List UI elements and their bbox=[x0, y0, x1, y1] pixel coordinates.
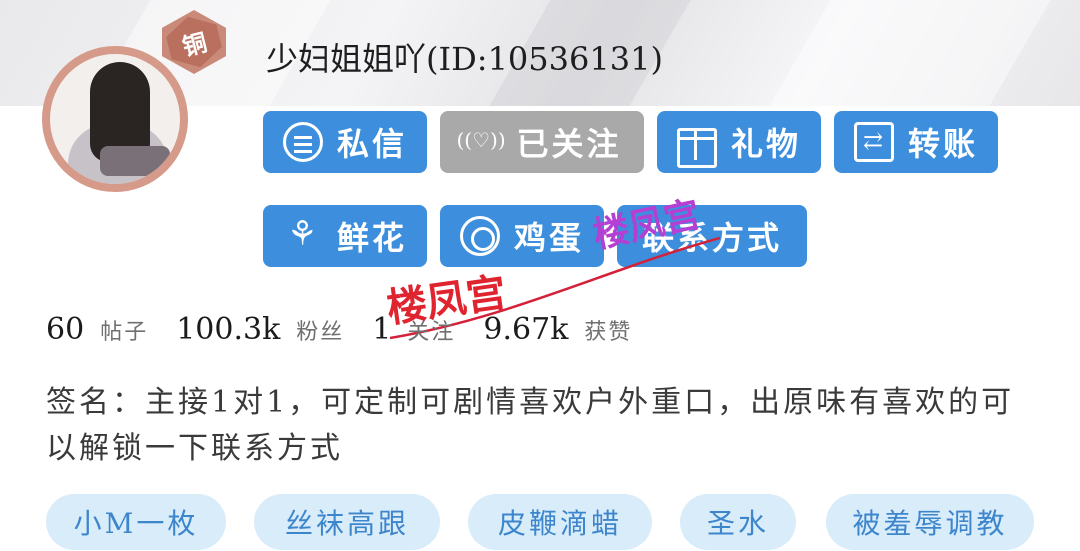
broadcast-heart-icon bbox=[456, 122, 505, 162]
avatar[interactable] bbox=[42, 46, 188, 192]
avatar-image bbox=[50, 54, 180, 184]
username: 少妇姐姐吖(ID:10536131) bbox=[266, 40, 663, 78]
message-button[interactable]: 私信 bbox=[263, 111, 427, 173]
banner-facet bbox=[769, 0, 1051, 106]
follow-button-label: 已关注 bbox=[516, 125, 622, 163]
transfer-button-label: 转账 bbox=[907, 125, 978, 163]
transfer-icon bbox=[853, 122, 894, 162]
gift-button[interactable]: 礼物 bbox=[657, 111, 821, 173]
interest-tag[interactable]: 丝袜高跟 bbox=[254, 494, 440, 550]
interest-tag[interactable]: 小M一枚 bbox=[46, 494, 226, 550]
likes-label: 获赞 bbox=[584, 320, 633, 345]
flower-icon bbox=[283, 214, 323, 256]
fans-count[interactable]: 100.3k bbox=[176, 312, 280, 347]
profile-signature: 签名：主接1对1，可定制可剧情喜欢户外重口，出原味有喜欢的可以解锁一下联系方式 bbox=[46, 385, 1015, 466]
fans-label[interactable]: 粉丝 bbox=[296, 314, 344, 346]
transfer-button[interactable]: 转账 bbox=[834, 111, 998, 173]
following-label[interactable]: 关注 bbox=[407, 314, 455, 346]
follow-button[interactable]: 已关注 bbox=[440, 111, 644, 173]
posts-count[interactable]: 60 bbox=[46, 312, 84, 347]
chat-icon bbox=[282, 122, 323, 162]
likes-count: 9.67k bbox=[483, 312, 569, 347]
posts-label[interactable]: 帖子 bbox=[100, 314, 148, 346]
gift-button-label: 礼物 bbox=[730, 125, 801, 163]
avatar-figure-detail bbox=[100, 146, 170, 176]
following-count[interactable]: 1 bbox=[372, 312, 391, 347]
interest-tag[interactable]: 圣水 bbox=[680, 494, 796, 550]
profile-stats: 60 帖子 100.3k 粉丝 1 关注 9.67k 获赞 bbox=[46, 312, 660, 347]
message-button-label: 私信 bbox=[336, 125, 407, 163]
gift-icon bbox=[676, 128, 717, 168]
interest-tag[interactable]: 被羞辱调教 bbox=[826, 494, 1034, 550]
interest-tag[interactable]: 皮鞭滴蜡 bbox=[468, 494, 652, 550]
